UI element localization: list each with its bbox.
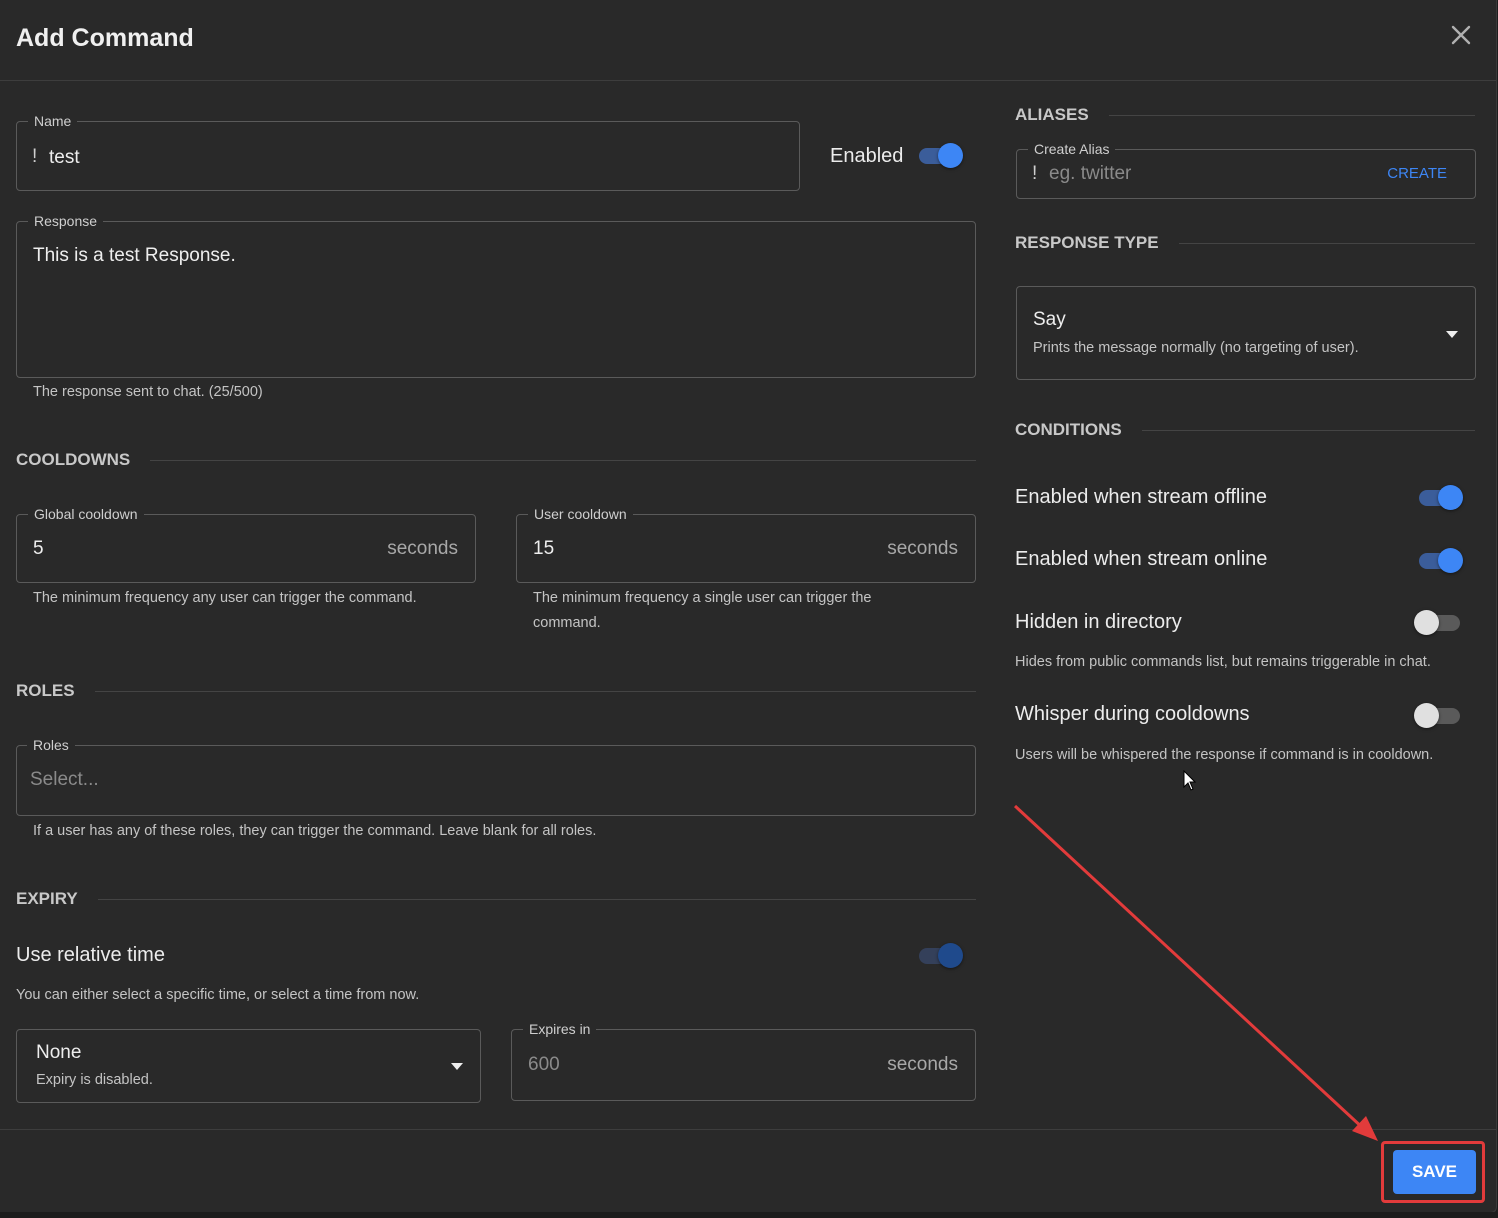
roles-heading: ROLES [16, 681, 976, 701]
condition-online-toggle[interactable] [1417, 548, 1463, 573]
response-type-desc: Prints the message normally (no targetin… [1033, 340, 1359, 356]
toggle-thumb [1414, 610, 1439, 635]
divider [1178, 242, 1475, 244]
aliases-heading-text: ALIASES [1015, 105, 1089, 124]
roles-placeholder: Select... [30, 769, 99, 790]
roles-select[interactable]: Roles Select... [16, 736, 976, 816]
roles-helper: If a user has any of these roles, they c… [33, 823, 597, 839]
expires-in-input[interactable]: 600 [528, 1054, 560, 1076]
cooldowns-heading: COOLDOWNS [16, 450, 976, 470]
divider [94, 690, 976, 692]
enabled-toggle[interactable] [917, 143, 963, 168]
divider [1108, 114, 1475, 116]
global-cooldown-label: Global cooldown [28, 505, 144, 523]
conditions-heading: CONDITIONS [1015, 420, 1475, 440]
toggle-thumb [1414, 703, 1439, 728]
condition-hidden-helper: Hides from public commands list, but rem… [1015, 654, 1431, 670]
toggle-thumb [938, 143, 963, 168]
condition-hidden-label: Hidden in directory [1015, 611, 1182, 633]
conditions-heading-text: CONDITIONS [1015, 420, 1122, 439]
name-field[interactable]: Name ! test [16, 112, 800, 191]
mouse-cursor-icon [1183, 770, 1197, 791]
divider [150, 459, 976, 461]
expires-in-label: Expires in [523, 1020, 597, 1038]
condition-offline-label: Enabled when stream offline [1015, 486, 1268, 508]
response-textarea[interactable]: Response This is a test Response. [16, 212, 976, 378]
chevron-down-icon [1446, 331, 1458, 338]
global-cooldown-input[interactable]: 5 [33, 538, 44, 560]
condition-whisper-helper: Users will be whispered the response if … [1015, 747, 1434, 763]
global-cooldown-unit: seconds [387, 538, 458, 559]
expires-in-field[interactable]: Expires in 600 seconds [511, 1020, 976, 1101]
dialog-title: Add Command [16, 24, 194, 52]
toggle-thumb [1438, 485, 1463, 510]
condition-hidden-toggle[interactable] [1414, 610, 1464, 635]
condition-online-label: Enabled when stream online [1015, 548, 1268, 570]
toggle-thumb [1438, 548, 1463, 573]
condition-offline-toggle[interactable] [1417, 485, 1463, 510]
footer-divider [0, 1129, 1496, 1130]
add-command-dialog: Add Command Name ! test Enabled Response… [0, 0, 1497, 1213]
name-prefix: ! [32, 146, 38, 167]
user-cooldown-helper: The minimum frequency a single user can … [533, 590, 872, 631]
dialog-header: Add Command [0, 0, 1496, 81]
chevron-down-icon [451, 1063, 463, 1070]
create-alias-button[interactable]: CREATE [1387, 165, 1447, 182]
user-cooldown-field[interactable]: User cooldown 15 seconds [516, 505, 976, 583]
name-field-label: Name [28, 112, 78, 130]
expiry-select[interactable]: None Expiry is disabled. [16, 1029, 481, 1103]
condition-whisper-label: Whisper during cooldowns [1015, 703, 1250, 725]
condition-whisper-toggle[interactable] [1414, 703, 1464, 728]
user-cooldown-label: User cooldown [528, 505, 633, 523]
aliases-heading: ALIASES [1015, 105, 1475, 125]
roles-label: Roles [27, 736, 75, 754]
toggle-thumb [938, 943, 963, 968]
cooldowns-heading-text: COOLDOWNS [16, 450, 131, 469]
divider [97, 898, 976, 900]
response-helper: The response sent to chat. (25/500) [33, 384, 263, 400]
response-type-select[interactable]: Say Prints the message normally (no targ… [1016, 286, 1476, 380]
global-cooldown-helper: The minimum frequency any user can trigg… [33, 590, 417, 606]
expiry-select-value: None [36, 1042, 82, 1063]
user-cooldown-input[interactable]: 15 [533, 538, 554, 560]
response-value: This is a test Response. [33, 245, 236, 266]
close-button[interactable] [1448, 22, 1474, 48]
background-strip [0, 1212, 1498, 1218]
create-alias-label: Create Alias [1028, 140, 1116, 158]
relative-time-label: Use relative time [16, 944, 165, 966]
expires-in-unit: seconds [887, 1054, 958, 1075]
name-input[interactable]: test [49, 147, 80, 169]
global-cooldown-field[interactable]: Global cooldown 5 seconds [16, 505, 476, 583]
response-type-heading: RESPONSE TYPE [1015, 233, 1475, 253]
expiry-heading: EXPIRY [16, 889, 976, 909]
relative-time-toggle[interactable] [917, 943, 963, 968]
relative-time-helper: You can either select a specific time, o… [16, 987, 420, 1003]
close-icon [1451, 25, 1471, 45]
expiry-select-desc: Expiry is disabled. [36, 1072, 153, 1088]
user-cooldown-unit: seconds [887, 538, 958, 559]
create-alias-field[interactable]: Create Alias ! eg. twitter CREATE [1016, 140, 1476, 199]
expiry-heading-text: EXPIRY [16, 889, 78, 908]
save-button[interactable]: SAVE [1393, 1150, 1476, 1194]
alias-input[interactable]: eg. twitter [1049, 163, 1131, 185]
roles-heading-text: ROLES [16, 681, 75, 700]
response-type-value: Say [1033, 309, 1066, 330]
response-type-heading-text: RESPONSE TYPE [1015, 233, 1159, 252]
alias-prefix: ! [1032, 163, 1038, 184]
enabled-label: Enabled [830, 145, 904, 167]
divider [1141, 429, 1475, 431]
response-label: Response [28, 212, 104, 230]
